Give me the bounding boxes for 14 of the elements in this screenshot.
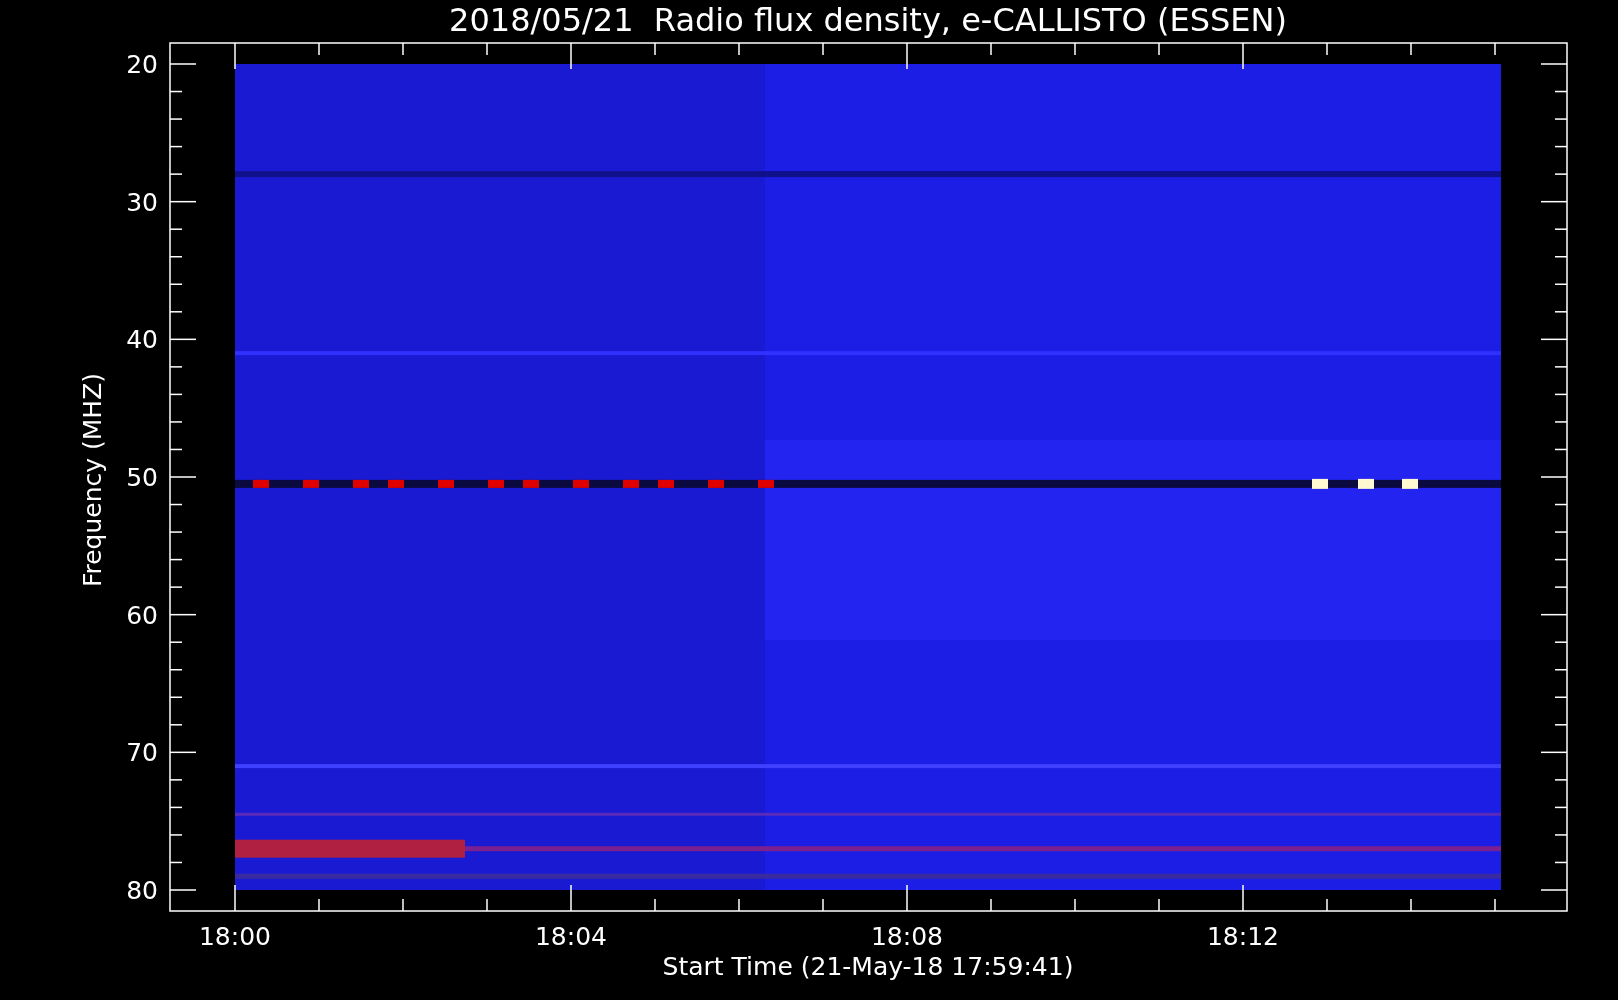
y-axis-label: Frequency (MHZ) bbox=[78, 372, 107, 588]
plot-title: 2018/05/21 Radio flux density, e-CALLISTO (ESSEN) bbox=[449, 1, 1287, 39]
y-tick-label: 40 bbox=[126, 325, 158, 355]
y-tick-label: 60 bbox=[126, 600, 158, 630]
x-tick-label: 18:12 bbox=[1207, 922, 1279, 951]
x-axis-label: Start Time (21-May-18 17:59:41) bbox=[662, 952, 1074, 981]
y-tick-label: 30 bbox=[126, 187, 158, 217]
y-tick-label: 20 bbox=[126, 50, 158, 79]
y-tick-label: 70 bbox=[126, 738, 158, 768]
y-tick-label: 50 bbox=[126, 463, 158, 492]
x-tick-label: 18:04 bbox=[535, 922, 607, 951]
x-tick-label: 18:00 bbox=[199, 922, 271, 951]
y-tick-label: 80 bbox=[126, 876, 158, 905]
x-tick-label: 18:08 bbox=[871, 922, 943, 951]
